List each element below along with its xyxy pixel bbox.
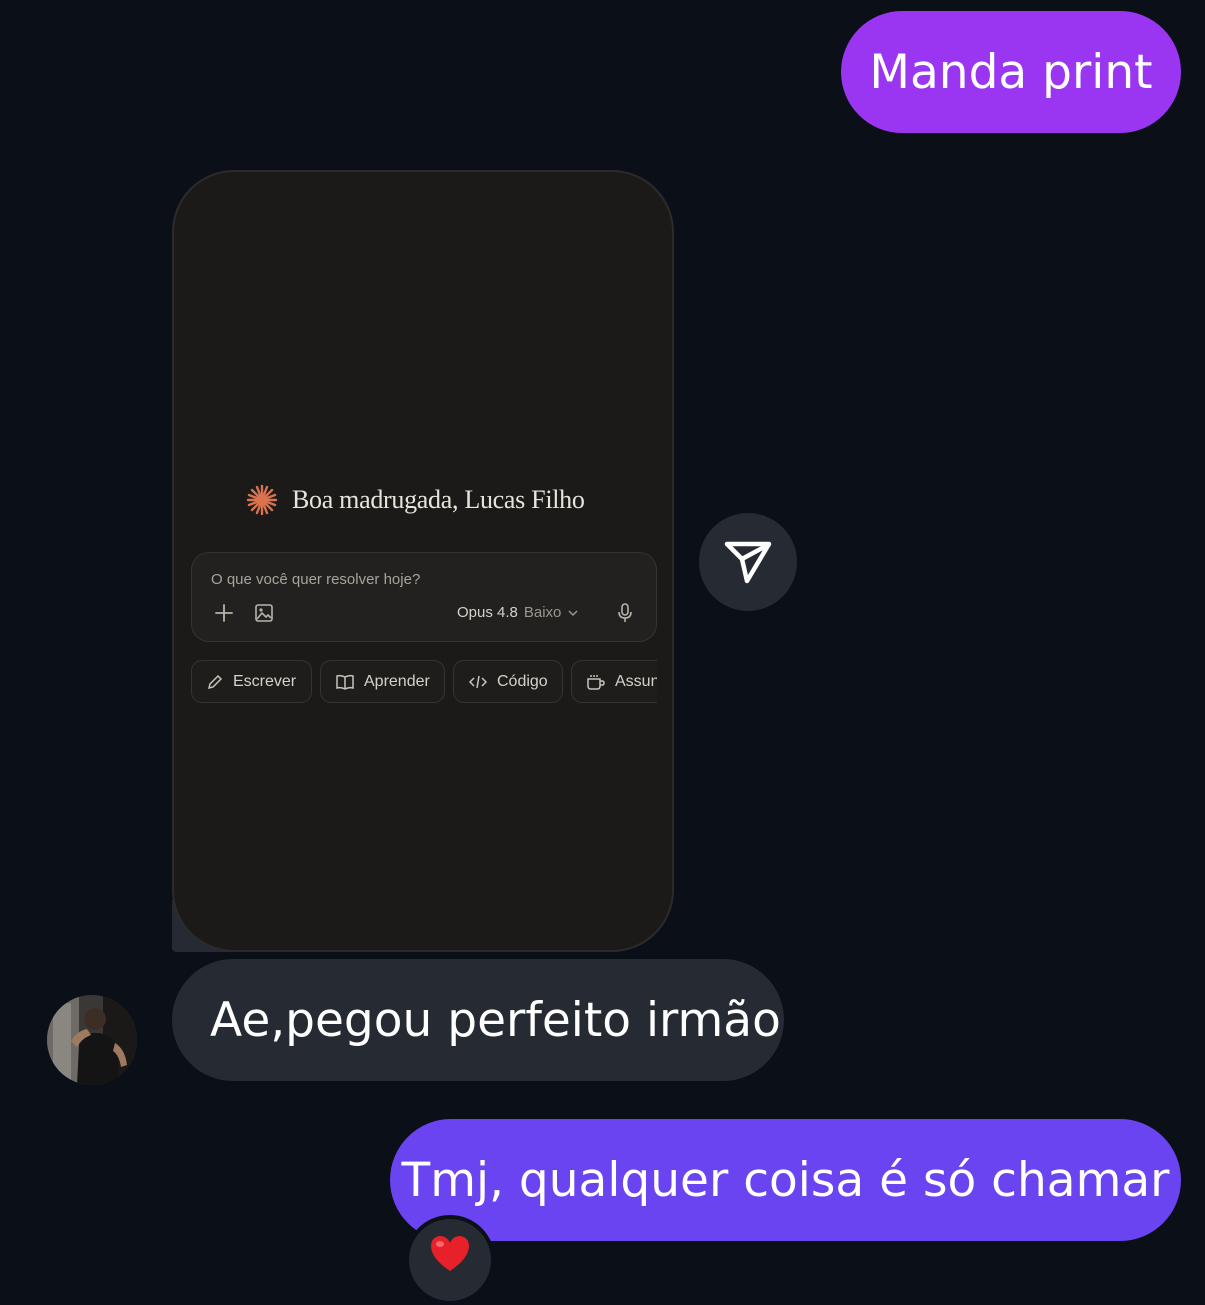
chip-label: Código — [497, 672, 548, 690]
sent-message-bubble[interactable]: Manda print — [841, 11, 1181, 133]
sparkle-logo-icon — [246, 484, 278, 516]
message-text: Manda print — [869, 44, 1153, 100]
book-icon — [336, 674, 354, 690]
greeting-text: Boa madrugada, Lucas Filho — [292, 485, 585, 514]
message-text: Ae,pegou perfeito irmão — [210, 992, 781, 1048]
coffee-icon — [587, 674, 605, 690]
quick-actions: Escrever Aprender Código Assun — [191, 660, 657, 706]
message-reaction[interactable] — [405, 1215, 495, 1305]
greeting-row: Boa madrugada, Lucas Filho — [246, 484, 585, 516]
pencil-icon — [207, 674, 223, 689]
message-text: Tmj, qualquer coisa é só chamar — [401, 1152, 1170, 1208]
chip-escrever: Escrever — [191, 660, 312, 703]
received-message-bubble[interactable]: Ae,pegou perfeito irmão — [172, 959, 784, 1081]
composer-placeholder: O que você quer resolver hoje? — [211, 571, 421, 588]
model-name: Opus 4.8 — [457, 604, 518, 621]
sent-message-bubble[interactable]: Tmj, qualquer coisa é só chamar — [390, 1119, 1181, 1241]
chip-assuntos: Assun — [571, 660, 657, 703]
heart-icon — [431, 1236, 469, 1271]
chip-label: Escrever — [233, 672, 297, 690]
model-selector: Opus 4.8 Baixo — [457, 604, 579, 621]
share-button[interactable] — [699, 513, 797, 611]
microphone-icon — [616, 603, 634, 623]
share-icon — [724, 541, 772, 584]
chip-aprender: Aprender — [320, 660, 445, 703]
avatar[interactable] — [47, 995, 137, 1085]
chip-label: Aprender — [364, 672, 430, 690]
code-icon — [468, 675, 488, 688]
image-icon — [254, 603, 274, 623]
plus-icon — [214, 603, 234, 623]
chevron-down-icon — [568, 609, 578, 616]
shared-screenshot[interactable]: Boa madrugada, Lucas Filho O que você qu… — [172, 170, 674, 952]
chip-codigo: Código — [453, 660, 563, 703]
model-level: Baixo — [523, 604, 562, 621]
chip-label: Assun — [615, 672, 657, 690]
composer-box: O que você quer resolver hoje? Opus 4.8 … — [191, 552, 657, 642]
avatar-photo — [47, 995, 137, 1085]
